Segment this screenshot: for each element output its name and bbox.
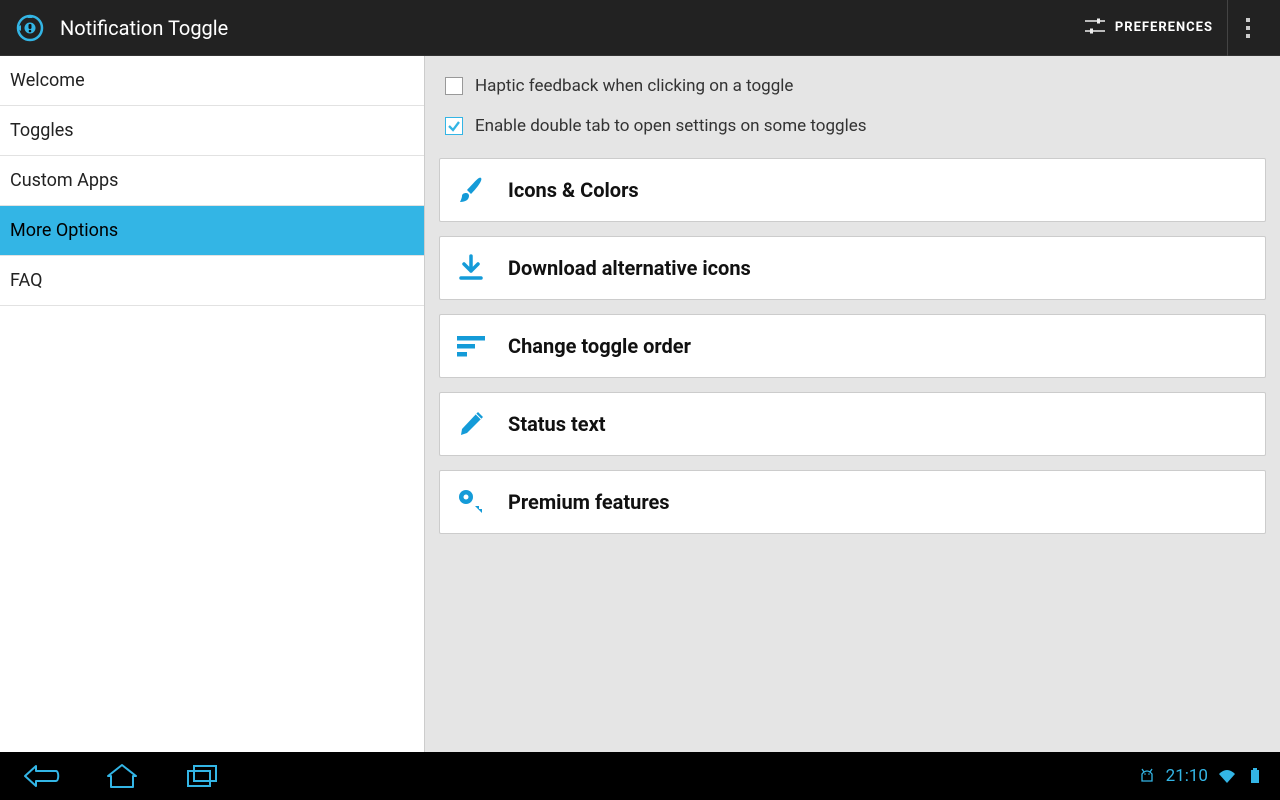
app-title: Notification Toggle [60, 16, 228, 40]
download-icon [454, 251, 488, 285]
overflow-menu-button[interactable] [1228, 0, 1268, 56]
checkbox-haptic[interactable] [445, 77, 463, 95]
more-vertical-icon [1246, 18, 1250, 38]
recents-icon [185, 763, 219, 789]
action-bar: Notification Toggle PREFERENCES [0, 0, 1280, 56]
option-label: Status text [508, 412, 606, 436]
status-area: 21:10 [1138, 766, 1268, 786]
app-icon [12, 10, 48, 46]
android-icon [1138, 767, 1156, 785]
option-label: Change toggle order [508, 334, 691, 358]
wifi-icon [1218, 767, 1236, 785]
sliders-icon [1085, 17, 1105, 39]
back-icon [22, 763, 62, 789]
sidebar: Welcome Toggles Custom Apps More Options… [0, 56, 425, 752]
sidebar-item-label: FAQ [10, 270, 42, 291]
sidebar-item-label: Toggles [10, 120, 74, 141]
check-row-doubletap[interactable]: Enable double tab to open settings on so… [439, 110, 1266, 158]
option-download-icons[interactable]: Download alternative icons [439, 236, 1266, 300]
status-time: 21:10 [1166, 766, 1208, 786]
sidebar-item-welcome[interactable]: Welcome [0, 56, 424, 106]
check-label: Enable double tab to open settings on so… [475, 116, 867, 136]
check-row-haptic[interactable]: Haptic feedback when clicking on a toggl… [439, 70, 1266, 110]
sidebar-item-faq[interactable]: FAQ [0, 256, 424, 306]
option-icons-colors[interactable]: Icons & Colors [439, 158, 1266, 222]
option-change-order[interactable]: Change toggle order [439, 314, 1266, 378]
nav-back-button[interactable] [20, 754, 64, 798]
option-status-text[interactable]: Status text [439, 392, 1266, 456]
navigation-bar: 21:10 [0, 752, 1280, 800]
option-label: Download alternative icons [508, 256, 751, 280]
sidebar-item-toggles[interactable]: Toggles [0, 106, 424, 156]
battery-icon [1246, 767, 1264, 785]
checkbox-doubletap[interactable] [445, 117, 463, 135]
sidebar-item-label: More Options [10, 220, 118, 241]
brush-icon [454, 173, 488, 207]
option-label: Premium features [508, 490, 670, 514]
sidebar-item-custom-apps[interactable]: Custom Apps [0, 156, 424, 206]
main-area: Welcome Toggles Custom Apps More Options… [0, 56, 1280, 752]
reorder-icon [454, 329, 488, 363]
option-label: Icons & Colors [508, 178, 639, 202]
nav-home-button[interactable] [100, 754, 144, 798]
nav-recents-button[interactable] [180, 754, 224, 798]
home-icon [105, 762, 139, 790]
sidebar-item-label: Custom Apps [10, 170, 118, 191]
sidebar-item-more-options[interactable]: More Options [0, 206, 424, 256]
content-pane: Haptic feedback when clicking on a toggl… [425, 56, 1280, 752]
sidebar-item-label: Welcome [10, 70, 85, 91]
preferences-label: PREFERENCES [1115, 20, 1213, 35]
option-premium[interactable]: Premium features [439, 470, 1266, 534]
preferences-button[interactable]: PREFERENCES [1071, 0, 1228, 56]
pencil-icon [454, 407, 488, 441]
check-label: Haptic feedback when clicking on a toggl… [475, 76, 793, 96]
key-icon [454, 485, 488, 519]
